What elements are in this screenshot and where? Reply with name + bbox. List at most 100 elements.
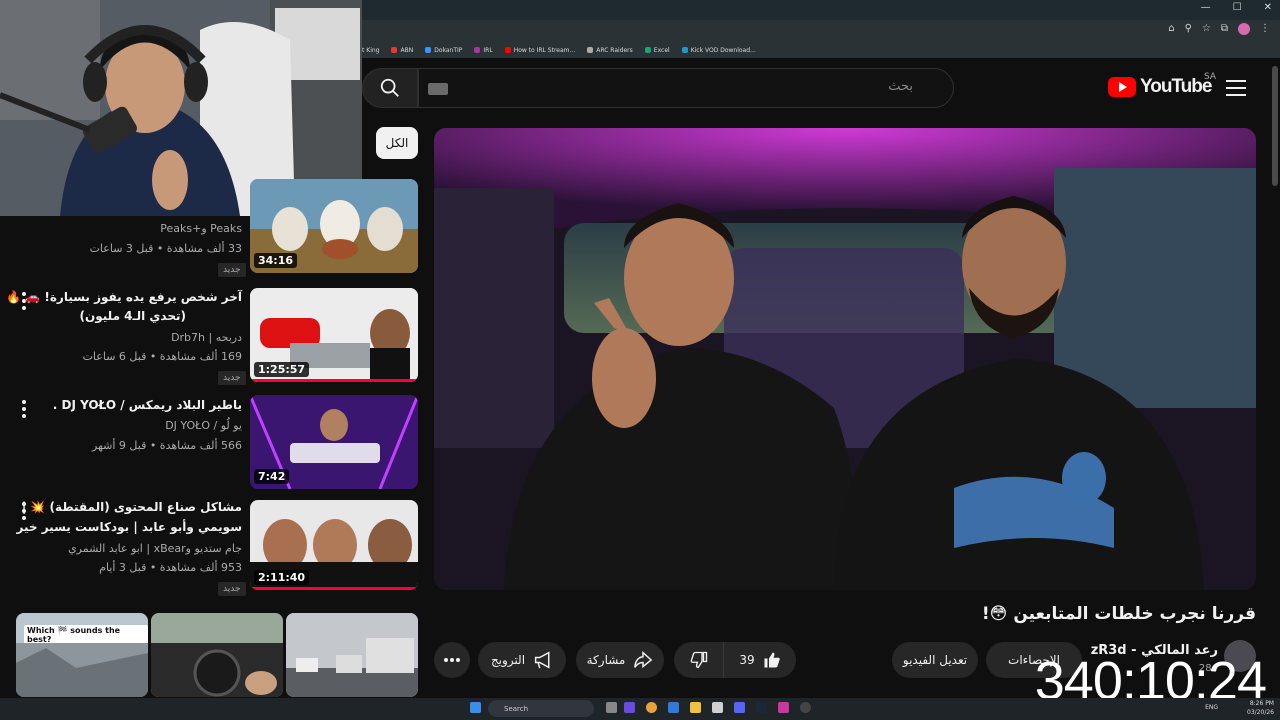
app-icon[interactable]	[778, 702, 789, 713]
maximize-icon[interactable]: ☐	[1233, 2, 1242, 13]
window-controls: — ☐ ✕	[1201, 2, 1272, 13]
video-meta: 566 ألف مشاهدة • قبل 9 أشهر	[92, 439, 242, 452]
video-player[interactable]	[434, 128, 1256, 590]
menu-dots-icon[interactable]: ⋮	[1260, 23, 1270, 35]
bookmark-item[interactable]: IRL	[474, 47, 493, 54]
bookmark-item[interactable]: Excel	[644, 47, 670, 54]
video-title-line2[interactable]: سويمي وأبو عابد | بودكاست يسير خير	[17, 518, 242, 537]
thumbs-down-icon	[690, 651, 707, 669]
region-code: SA	[1204, 72, 1217, 82]
keyboard-icon[interactable]	[428, 83, 448, 95]
discord-icon[interactable]	[734, 702, 745, 713]
duration-badge: 7:42	[254, 469, 290, 484]
short-image	[286, 613, 418, 697]
chip-all[interactable]: الكل	[376, 127, 418, 159]
video-title[interactable]: آخر شخص يرفع يده يفوز بسيارة! 🚗 🔥	[6, 288, 242, 307]
app-icon[interactable]	[712, 702, 723, 713]
short-caption: Which 🏁 sounds the best?	[24, 625, 148, 645]
video-meta: 953 ألف مشاهدة • قبل 3 أيام	[99, 561, 242, 574]
steam-icon[interactable]	[756, 702, 767, 713]
thumbnail[interactable]: 1:25:57	[250, 288, 418, 382]
share-label: مشاركة	[586, 653, 626, 667]
more-actions-button[interactable]	[434, 642, 470, 678]
minimize-icon[interactable]: —	[1201, 2, 1211, 13]
edit-video-button[interactable]: تعديل الفيديو	[892, 642, 978, 678]
taskbar	[0, 698, 1280, 720]
channel-name[interactable]: جام ستديو وxBear | ابو عابد الشمري	[68, 542, 242, 555]
megaphone-icon	[534, 651, 550, 669]
promote-label: الترويج	[490, 653, 526, 667]
thumbnail[interactable]: 7:42	[250, 395, 418, 489]
task-view-icon[interactable]	[606, 702, 617, 713]
more-horizontal-icon	[444, 658, 460, 662]
bookmark-item[interactable]: ARC Raiders	[587, 47, 633, 54]
extensions-icon[interactable]: ⧉	[1221, 23, 1228, 35]
channel-name[interactable]: يو لُو / DJ YOŁO	[165, 419, 242, 432]
start-icon[interactable]	[470, 702, 481, 713]
youtube-wordmark: YouTube	[1140, 76, 1212, 97]
bookmark-star-icon[interactable]: ☆	[1202, 23, 1211, 35]
dislike-button[interactable]	[674, 642, 724, 678]
video-meta: 33 ألف مشاهدة • قبل 3 ساعات	[89, 242, 242, 255]
menu-icon[interactable]	[1226, 80, 1246, 96]
promote-button[interactable]: الترويج	[478, 642, 566, 678]
translate-icon[interactable]: ⌂	[1168, 23, 1174, 35]
address-bar[interactable]: ⌂ ⚲ ☆ ⧉ ⋮	[362, 20, 1280, 42]
video-title-main: قررنا نجرب خلطات المتابعين 😳!	[981, 604, 1256, 624]
short-image	[16, 643, 148, 697]
channel-name[interactable]: Peaks و+Peaks	[160, 222, 242, 235]
clock-date: 03/20/26	[1247, 709, 1274, 716]
bookmark-item[interactable]: DokanTIP	[425, 47, 462, 54]
chrome-icon[interactable]	[646, 702, 657, 713]
app-icon[interactable]	[668, 702, 679, 713]
search-icon	[380, 78, 399, 97]
search-input[interactable]: بحث	[418, 68, 954, 108]
thumbs-up-icon	[764, 652, 780, 668]
bookmark-item[interactable]: ABN	[391, 47, 413, 54]
clock-time: 8:26 PM	[1249, 700, 1274, 707]
address-bar-icons: ⌂ ⚲ ☆ ⧉ ⋮	[1168, 23, 1270, 35]
profile-avatar[interactable]	[1238, 23, 1250, 35]
taskbar-search[interactable]: Search	[488, 700, 594, 717]
short-thumbnail[interactable]: Which 🏁 sounds the best?	[16, 613, 148, 697]
share-button[interactable]: مشاركة	[576, 642, 664, 678]
more-options-icon[interactable]	[22, 400, 26, 418]
short-thumbnail[interactable]	[151, 613, 283, 697]
clock[interactable]: 8:26 PM 03/20/26	[1247, 699, 1274, 717]
video-title-line2[interactable]: (تحدي الـ4 مليون)	[80, 307, 186, 326]
language-indicator[interactable]: ENG	[1205, 704, 1218, 711]
duration-badge: 1:25:57	[254, 362, 310, 377]
search-placeholder: بحث	[888, 79, 913, 94]
video-meta: 169 ألف مشاهدة • قبل 6 ساعات	[82, 350, 242, 363]
file-explorer-icon[interactable]	[690, 702, 701, 713]
channel-name[interactable]: دربحه | Drb7h	[171, 331, 242, 344]
video-title[interactable]: مشاكل صناع المحتوى (المقتطة) 💥 |	[22, 498, 242, 517]
app-icon[interactable]	[624, 702, 635, 713]
video-frame	[434, 128, 1256, 590]
thumbnail[interactable]: 2:11:40	[250, 500, 418, 590]
short-thumbnail[interactable]	[286, 613, 418, 697]
bookmarks-bar: t King ABN DokanTIP IRL How to IRL Strea…	[362, 42, 1280, 58]
duration-badge: 2:11:40	[254, 570, 310, 585]
short-image	[151, 613, 283, 697]
watch-progress-bar	[250, 587, 418, 590]
video-title[interactable]: ياطير البلاد ريمكس / DJ YOŁO .	[53, 396, 242, 415]
scrollbar[interactable]	[1272, 66, 1278, 186]
watch-progress-bar	[250, 379, 418, 382]
search-button[interactable]	[362, 68, 418, 108]
browser-title-bar: — ☐ ✕	[362, 0, 1280, 20]
thumbnail[interactable]: 34:16	[250, 179, 418, 273]
like-button[interactable]: 39	[724, 642, 796, 678]
duration-badge: 34:16	[254, 253, 298, 268]
youtube-play-icon	[1108, 77, 1136, 97]
new-badge: جديد	[218, 582, 246, 596]
obs-icon[interactable]	[800, 702, 811, 713]
bookmark-item[interactable]: How to IRL Stream...	[504, 47, 575, 54]
bookmark-item[interactable]: t King	[362, 47, 379, 54]
share-icon	[634, 651, 653, 669]
new-badge: جديد	[218, 371, 246, 385]
close-icon[interactable]: ✕	[1264, 2, 1272, 13]
zoom-icon[interactable]: ⚲	[1185, 23, 1192, 35]
youtube-logo[interactable]: YouTube	[1108, 76, 1212, 98]
bookmark-item[interactable]: Kick VOD Download...	[681, 47, 756, 54]
